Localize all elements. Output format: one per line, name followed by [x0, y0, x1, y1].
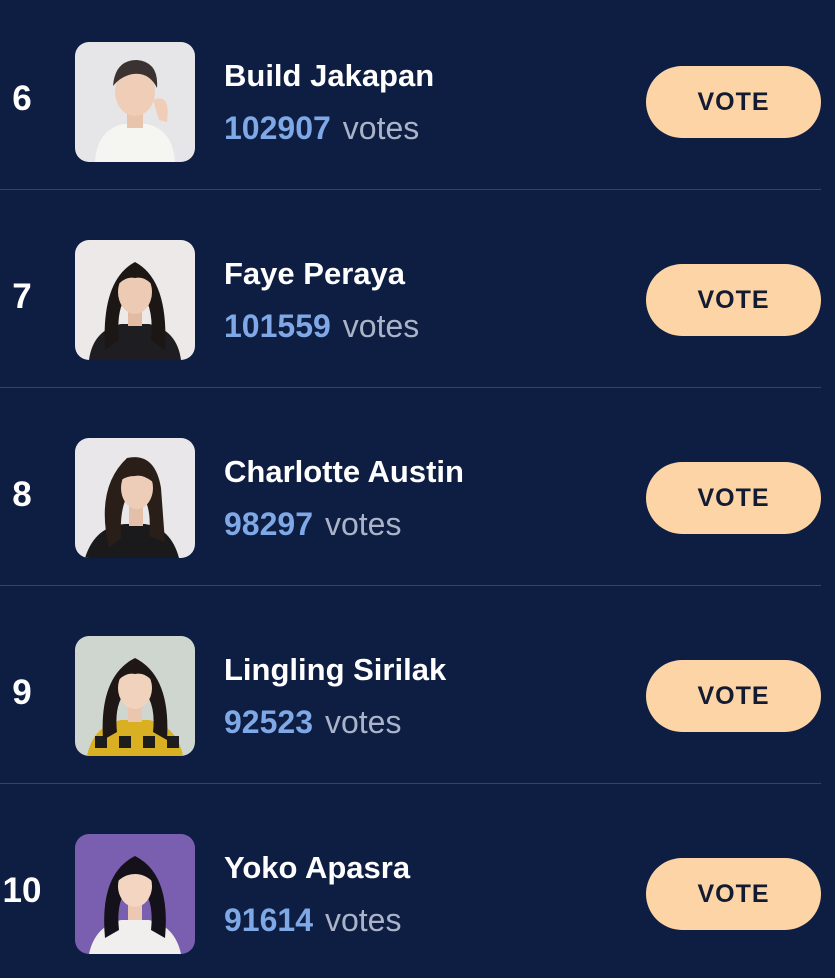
portrait-image [75, 240, 195, 360]
vote-count: 92523 [224, 704, 313, 740]
candidate-name: Lingling Sirilak [224, 652, 447, 687]
leaderboard-row: 6 Build Jakapan 102907 votes VOTE [0, 0, 835, 198]
vote-tally: 102907 votes [224, 110, 419, 147]
vote-button[interactable]: VOTE [646, 264, 821, 336]
rank-number: 10 [2, 871, 42, 910]
rank-number: 7 [12, 277, 32, 316]
votes-label: votes [342, 110, 420, 146]
rank-number: 9 [12, 673, 32, 712]
vote-tally: 98297 votes [224, 506, 401, 543]
portrait-image [75, 834, 195, 954]
vote-button[interactable]: VOTE [646, 858, 821, 930]
leaderboard-row: 9 Lingling Sirilak 92523 votes VOTE [0, 594, 835, 792]
vote-tally: 92523 votes [224, 704, 401, 741]
candidate-name: Build Jakapan [224, 58, 435, 93]
vote-count: 101559 [224, 308, 331, 344]
vote-button[interactable]: VOTE [646, 66, 821, 138]
vote-count: 91614 [224, 902, 313, 938]
rank-number: 6 [12, 79, 32, 118]
avatar[interactable] [75, 438, 195, 558]
candidate-name: Faye Peraya [224, 256, 405, 291]
votes-label: votes [342, 308, 420, 344]
row-divider [0, 189, 821, 190]
candidate-name: Yoko Apasra [224, 850, 411, 885]
portrait-image [75, 636, 195, 756]
avatar[interactable] [75, 636, 195, 756]
portrait-image [75, 438, 195, 558]
vote-button[interactable]: VOTE [646, 462, 821, 534]
rank-number: 8 [12, 475, 32, 514]
leaderboard-list: 6 Build Jakapan 102907 votes VOTE 7 Faye… [0, 0, 835, 978]
vote-tally: 91614 votes [224, 902, 401, 939]
avatar[interactable] [75, 42, 195, 162]
leaderboard-row: 8 Charlotte Austin 98297 votes VOTE [0, 396, 835, 594]
row-divider [0, 585, 821, 586]
avatar[interactable] [75, 834, 195, 954]
candidate-name: Charlotte Austin [224, 454, 464, 489]
row-divider [0, 387, 821, 388]
vote-button[interactable]: VOTE [646, 660, 821, 732]
vote-tally: 101559 votes [224, 308, 419, 345]
row-divider [0, 783, 821, 784]
portrait-image [75, 42, 195, 162]
votes-label: votes [324, 902, 402, 938]
leaderboard-row: 7 Faye Peraya 101559 votes VOTE [0, 198, 835, 396]
votes-label: votes [324, 704, 402, 740]
vote-count: 102907 [224, 110, 331, 146]
avatar[interactable] [75, 240, 195, 360]
votes-label: votes [324, 506, 402, 542]
vote-count: 98297 [224, 506, 313, 542]
leaderboard-row: 10 Yoko Apasra 91614 votes VOTE [0, 792, 835, 978]
